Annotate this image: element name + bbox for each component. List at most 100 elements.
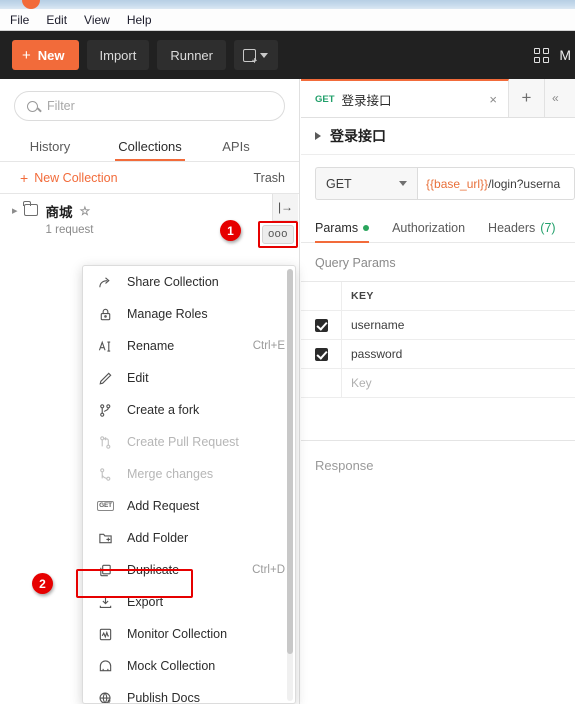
- context-menu-label: Publish Docs: [127, 691, 200, 704]
- collection-more-actions-button[interactable]: ooo: [262, 225, 294, 244]
- import-button[interactable]: Import: [86, 40, 150, 70]
- main-toolbar: + New Import Runner M: [0, 31, 575, 79]
- search-placeholder: Filter: [47, 99, 75, 113]
- star-icon[interactable]: ☆: [80, 204, 91, 218]
- trash-button[interactable]: Trash: [254, 171, 286, 185]
- context-menu-shortcut: Ctrl+D: [252, 564, 285, 576]
- context-menu-item-monitor-collection[interactable]: Monitor Collection: [83, 618, 295, 650]
- context-menu-label: Create Pull Request: [127, 435, 239, 449]
- tab-overflow-button[interactable]: «: [545, 79, 575, 117]
- new-window-button[interactable]: [233, 40, 278, 70]
- monitor-icon: [97, 626, 114, 643]
- tab-params[interactable]: Params: [315, 221, 370, 243]
- row-checkbox-cell: [301, 340, 342, 368]
- search-icon: [27, 100, 38, 112]
- lock-icon: [97, 306, 114, 323]
- collection-row[interactable]: ▸ 商城 ☆ 1 request |→ ooo: [0, 194, 299, 248]
- context-menu-item-add-request[interactable]: GET Add Request: [83, 490, 295, 522]
- toolbar-right-group: M: [534, 47, 575, 63]
- workspace-label[interactable]: M: [559, 47, 571, 63]
- new-button-label: New: [37, 47, 65, 63]
- context-menu-item-edit[interactable]: Edit: [83, 362, 295, 394]
- fork-icon: [97, 402, 114, 419]
- chevron-down-icon: [399, 181, 407, 186]
- table-row[interactable]: password: [301, 340, 575, 369]
- row-key[interactable]: password: [342, 340, 575, 368]
- url-variable: {{base_url}}: [426, 176, 489, 191]
- context-menu-label: Add Folder: [127, 531, 189, 545]
- menu-help[interactable]: Help: [127, 14, 152, 26]
- table-row[interactable]: username: [301, 311, 575, 340]
- url-input[interactable]: {{base_url}}/login?userna: [417, 167, 575, 200]
- context-menu-item-create-a-fork[interactable]: Create a fork: [83, 394, 295, 426]
- context-menu-label: Export: [127, 595, 164, 609]
- new-window-icon: [243, 48, 257, 67]
- row-key-placeholder[interactable]: Key: [342, 369, 575, 397]
- row-checkbox[interactable]: [314, 318, 328, 332]
- query-params-title: Query Params: [315, 256, 396, 270]
- get-method-icon: GET: [96, 498, 115, 515]
- application-menubar: File Edit View Help: [0, 9, 575, 31]
- url-bar: GET {{base_url}}/login?userna: [301, 155, 575, 200]
- menu-file[interactable]: File: [10, 14, 29, 26]
- context-menu-scrollbar-thumb[interactable]: [287, 269, 293, 654]
- new-tab-button[interactable]: +: [509, 79, 545, 117]
- request-tab-login[interactable]: GET 登录接口 ×: [301, 79, 509, 117]
- table-header-row: KEY: [301, 282, 575, 311]
- context-menu-item-create-pull-request: Create Pull Request: [83, 426, 295, 458]
- params-indicator-dot: [363, 225, 370, 231]
- context-menu-label: Monitor Collection: [127, 627, 228, 641]
- context-menu-label: Merge changes: [127, 467, 214, 481]
- sidebar-tab-collections[interactable]: Collections: [100, 133, 200, 161]
- collapse-sidebar-button[interactable]: |→: [272, 194, 298, 221]
- folder-icon: [23, 201, 38, 216]
- new-collection-button[interactable]: + New Collection: [20, 171, 118, 185]
- postman-logo-icon: [22, 0, 40, 9]
- context-menu-item-export[interactable]: Export: [83, 586, 295, 618]
- context-menu-item-rename[interactable]: Rename Ctrl+E: [83, 330, 295, 362]
- method-select[interactable]: GET: [315, 167, 417, 200]
- annotation-badge-1: 1: [220, 220, 241, 241]
- request-tabbar: GET 登录接口 × + «: [301, 79, 575, 118]
- search-input[interactable]: Filter: [14, 91, 285, 121]
- context-menu-item-publish-docs[interactable]: Publish Docs: [83, 682, 295, 704]
- context-menu-shortcut: Ctrl+E: [252, 340, 285, 352]
- header-cell-checkbox: [301, 282, 342, 310]
- context-menu-label: Mock Collection: [127, 659, 216, 673]
- context-menu-label: Add Request: [127, 499, 200, 513]
- context-menu-item-mock-collection[interactable]: Mock Collection: [83, 650, 295, 682]
- grid-apps-icon[interactable]: [534, 47, 550, 63]
- row-key[interactable]: username: [342, 311, 575, 339]
- close-icon[interactable]: ×: [486, 92, 500, 107]
- add-folder-icon: [97, 530, 114, 547]
- chevron-right-icon[interactable]: ▸: [10, 201, 24, 240]
- runner-button[interactable]: Runner: [157, 40, 226, 70]
- context-menu-item-add-folder[interactable]: Add Folder: [83, 522, 295, 554]
- request-name: 登录接口: [330, 128, 386, 144]
- sidebar-tab-apis[interactable]: APIs: [200, 133, 272, 161]
- filter-wrapper: Filter: [0, 79, 299, 129]
- menu-view[interactable]: View: [84, 14, 110, 26]
- download-icon: [97, 594, 114, 611]
- collections-actions-row: + New Collection Trash: [0, 162, 299, 194]
- context-menu-item-manage-roles[interactable]: Manage Roles: [83, 298, 295, 330]
- postman-window: File Edit View Help + New Import Runner …: [0, 0, 575, 704]
- import-button-label: Import: [99, 47, 137, 63]
- more-actions-label: ooo: [268, 228, 288, 240]
- context-menu-item-share-collection[interactable]: Share Collection: [83, 266, 295, 298]
- collection-name-wrap: 商城 ☆: [46, 201, 94, 221]
- tab-title: 登录接口: [341, 93, 392, 108]
- menu-edit[interactable]: Edit: [46, 14, 67, 26]
- request-name-row: 登录接口: [301, 118, 575, 155]
- tab-headers[interactable]: Headers (7): [488, 221, 556, 242]
- row-checkbox[interactable]: [314, 347, 328, 361]
- triangle-right-icon[interactable]: [315, 132, 321, 140]
- context-menu-label: Edit: [127, 371, 149, 385]
- sidebar-tab-history[interactable]: History: [0, 133, 100, 161]
- table-row-empty[interactable]: Key: [301, 369, 575, 398]
- plus-icon: +: [20, 169, 29, 186]
- new-button[interactable]: + New: [12, 40, 79, 70]
- context-menu-item-duplicate[interactable]: Duplicate Ctrl+D: [83, 554, 295, 586]
- query-params-table: KEY username password Key: [301, 281, 575, 398]
- tab-authorization[interactable]: Authorization: [392, 221, 465, 242]
